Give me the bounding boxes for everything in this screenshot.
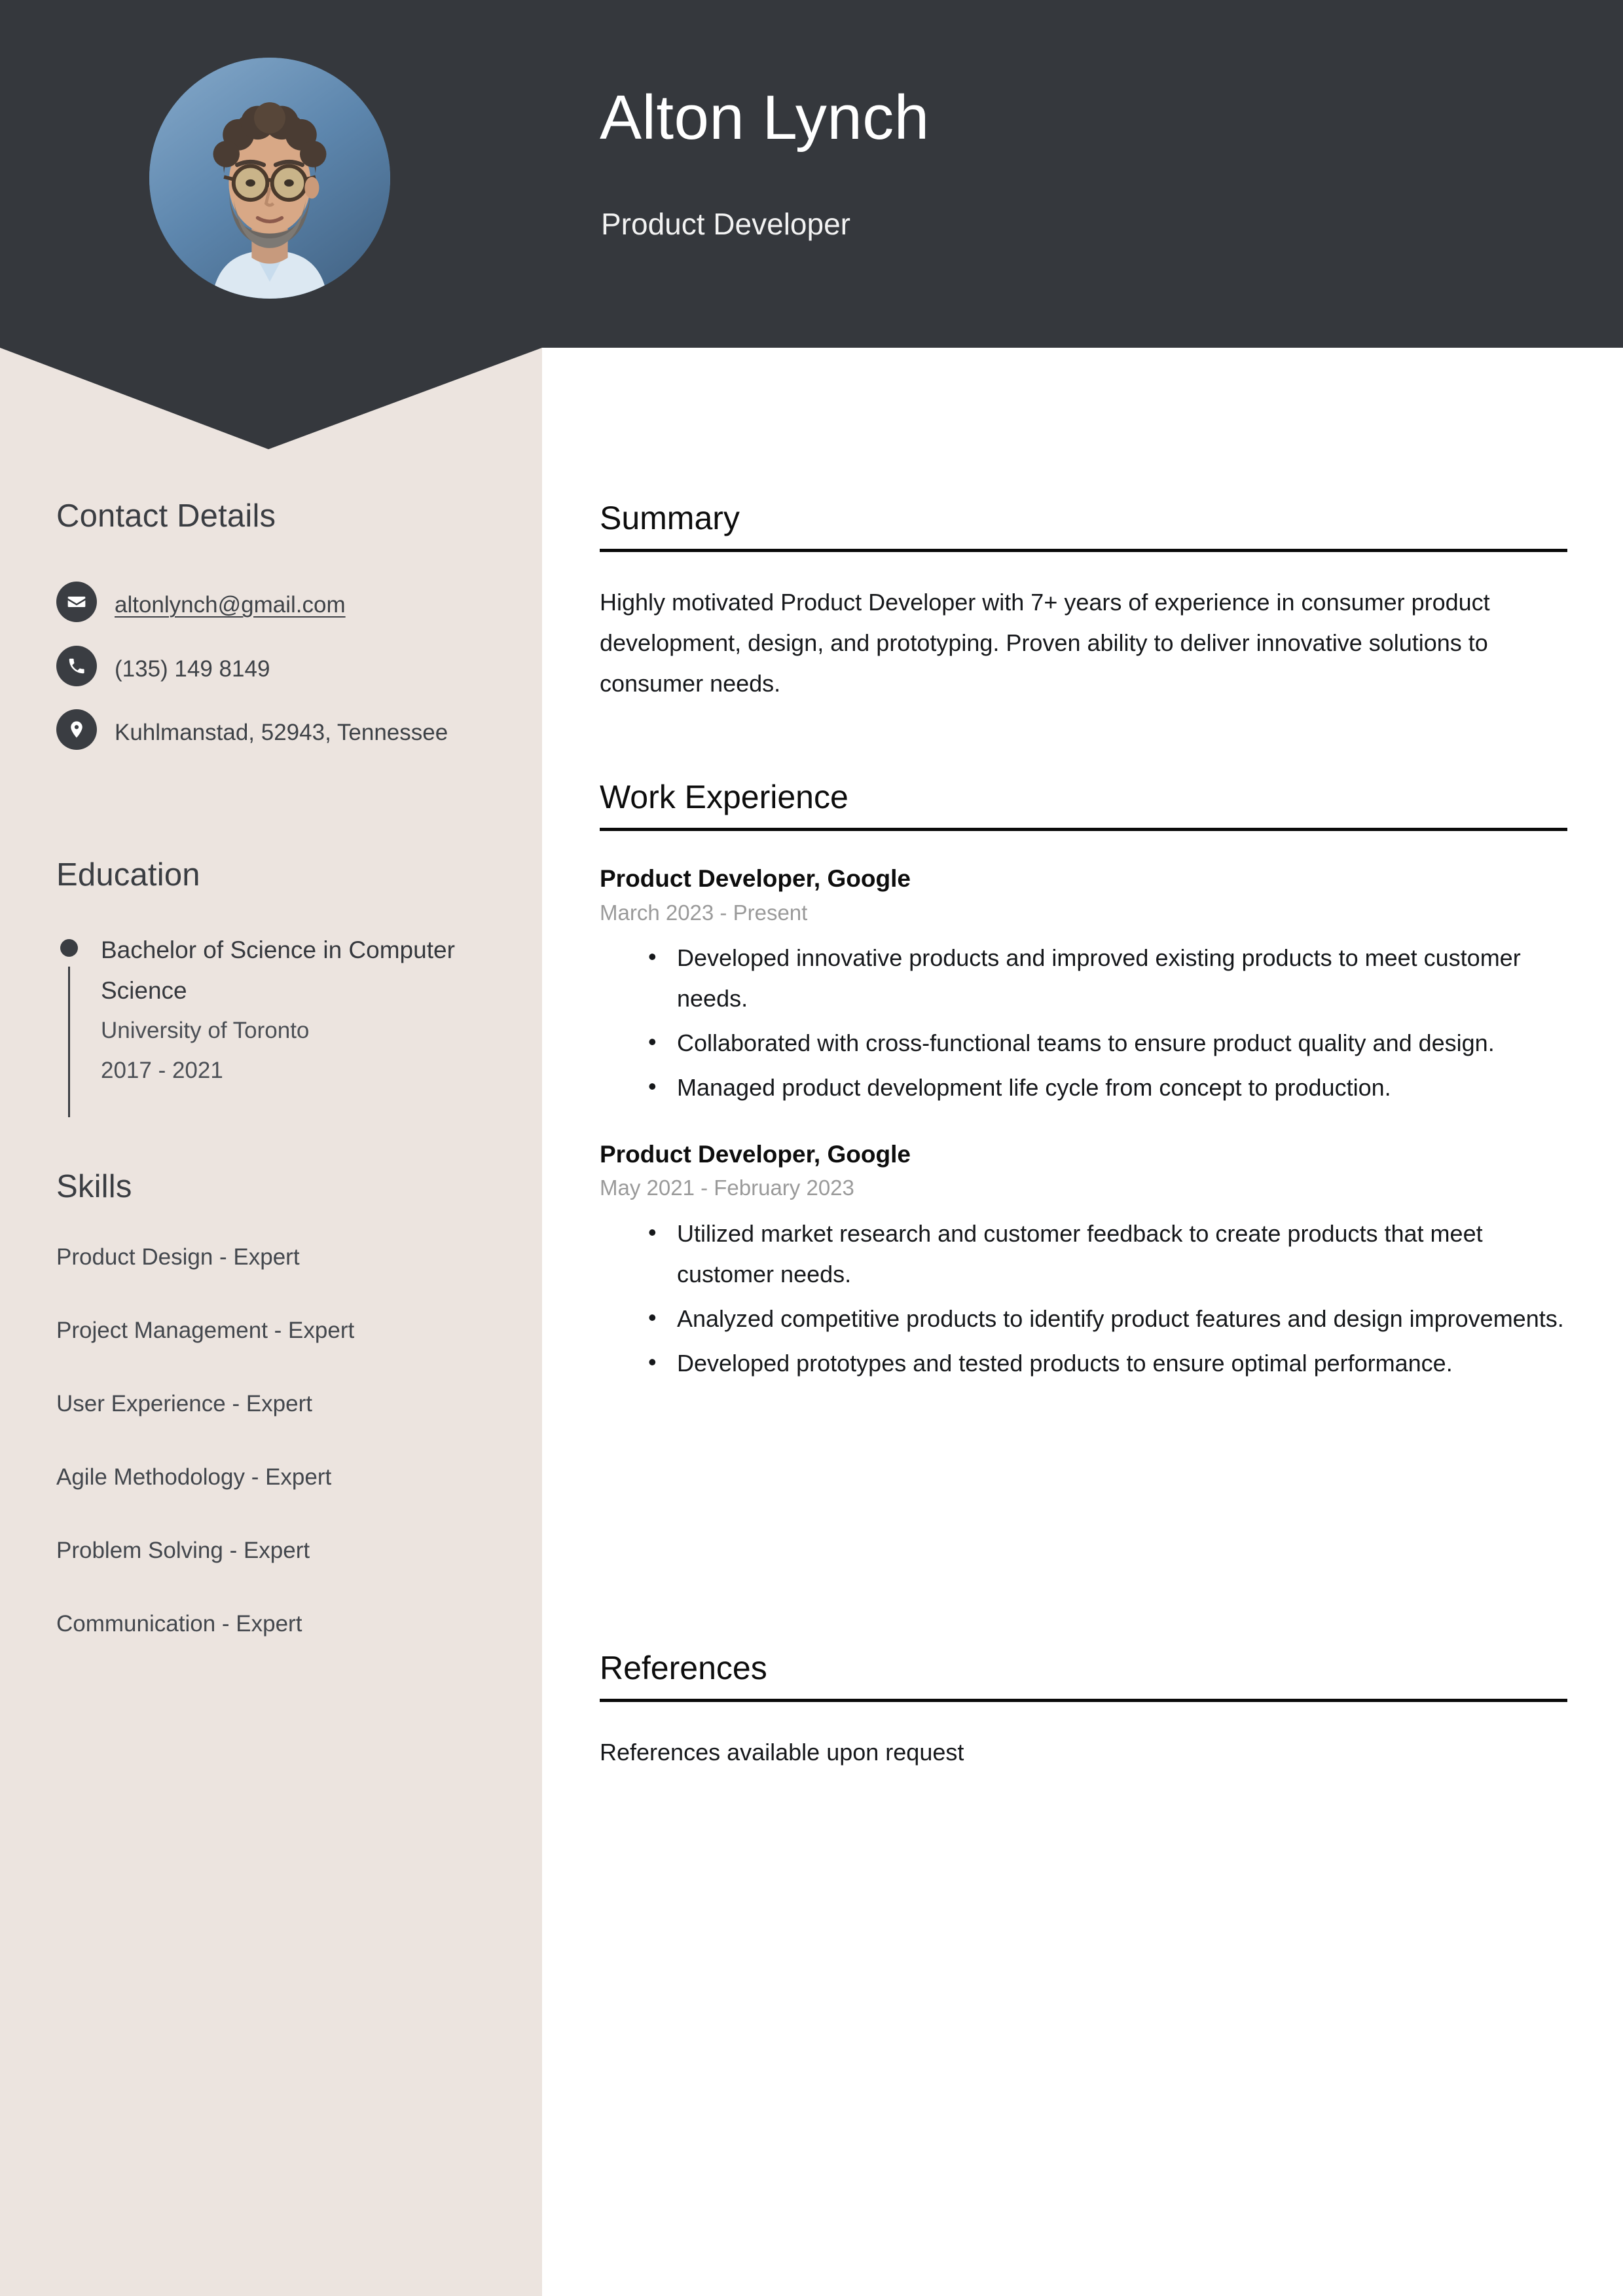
education-school: University of Toronto <box>101 1018 310 1044</box>
education-heading: Education <box>56 857 200 893</box>
section-divider <box>600 549 1567 552</box>
summary-section: Summary Highly motivated Product Develop… <box>600 499 1569 704</box>
summary-heading: Summary <box>600 500 740 536</box>
job-entry: Product Developer, Google March 2023 - P… <box>600 861 1569 1108</box>
job-bullet-list: Utilized market research and customer fe… <box>600 1212 1569 1384</box>
education-years: 2017 - 2021 <box>101 1057 223 1083</box>
phone-value: (135) 149 8149 <box>115 656 270 682</box>
job-title: Product Developer, Google <box>600 1140 911 1168</box>
education-degree: Bachelor of Science in Computer Science <box>101 936 455 1005</box>
contact-item-email[interactable]: altonlynch@gmail.com <box>56 582 501 624</box>
timeline-line <box>68 967 70 1117</box>
section-divider <box>600 1699 1567 1702</box>
skill-item: User Experience - Expert <box>56 1391 312 1416</box>
job-bullet: Developed innovative products and improv… <box>648 936 1569 1019</box>
references-heading: References <box>600 1650 767 1686</box>
contact-item-phone[interactable]: (135) 149 8149 <box>56 645 501 688</box>
job-bullet: Managed product development life cycle f… <box>648 1066 1569 1108</box>
profile-photo-icon <box>149 58 390 299</box>
avatar <box>149 58 390 299</box>
skills-list: Product Design - Expert Project Manageme… <box>56 1244 515 1684</box>
job-dates: March 2023 - Present <box>600 900 808 925</box>
job-bullet: Utilized market research and customer fe… <box>648 1212 1569 1295</box>
job-bullet: Developed prototypes and tested products… <box>648 1342 1569 1384</box>
timeline-bullet-icon <box>60 939 78 957</box>
job-entry: Product Developer, Google May 2021 - Feb… <box>600 1137 1569 1384</box>
contact-list: altonlynch@gmail.com (135) 149 8149 Kuhl… <box>56 582 501 773</box>
envelope-icon <box>56 582 97 622</box>
resume-page: Alton Lynch Product Developer Contact De… <box>0 0 1623 2296</box>
job-dates: May 2021 - February 2023 <box>600 1176 854 1200</box>
skills-heading: Skills <box>56 1169 132 1204</box>
contact-details-heading: Contact Details <box>56 498 276 534</box>
candidate-role: Product Developer <box>601 207 850 241</box>
map-pin-icon <box>56 709 97 750</box>
candidate-name: Alton Lynch <box>600 83 930 153</box>
skill-item: Project Management - Expert <box>56 1318 355 1343</box>
work-experience-section: Work Experience Product Developer, Googl… <box>600 778 1569 1388</box>
job-bullet: Collaborated with cross-functional teams… <box>648 1022 1569 1064</box>
skill-item: Communication - Expert <box>56 1611 302 1637</box>
job-bullet-list: Developed innovative products and improv… <box>600 936 1569 1108</box>
references-text: References available upon request <box>600 1739 964 1766</box>
job-bullet: Analyzed competitive products to identif… <box>648 1297 1569 1339</box>
phone-icon <box>56 645 97 686</box>
contact-item-address: Kuhlmanstad, 52943, Tennessee <box>56 709 501 752</box>
skill-item: Agile Methodology - Expert <box>56 1464 332 1490</box>
summary-text: Highly motivated Product Developer with … <box>600 589 1490 697</box>
education-entry: Bachelor of Science in Computer Science … <box>60 930 505 1117</box>
work-experience-heading: Work Experience <box>600 779 848 815</box>
skill-item: Problem Solving - Expert <box>56 1538 310 1563</box>
skill-item: Product Design - Expert <box>56 1244 300 1270</box>
email-value[interactable]: altonlynch@gmail.com <box>115 582 346 624</box>
section-divider <box>600 828 1567 831</box>
job-title: Product Developer, Google <box>600 865 911 892</box>
references-section: References References available upon req… <box>600 1649 1567 1772</box>
address-value: Kuhlmanstad, 52943, Tennessee <box>115 720 448 746</box>
